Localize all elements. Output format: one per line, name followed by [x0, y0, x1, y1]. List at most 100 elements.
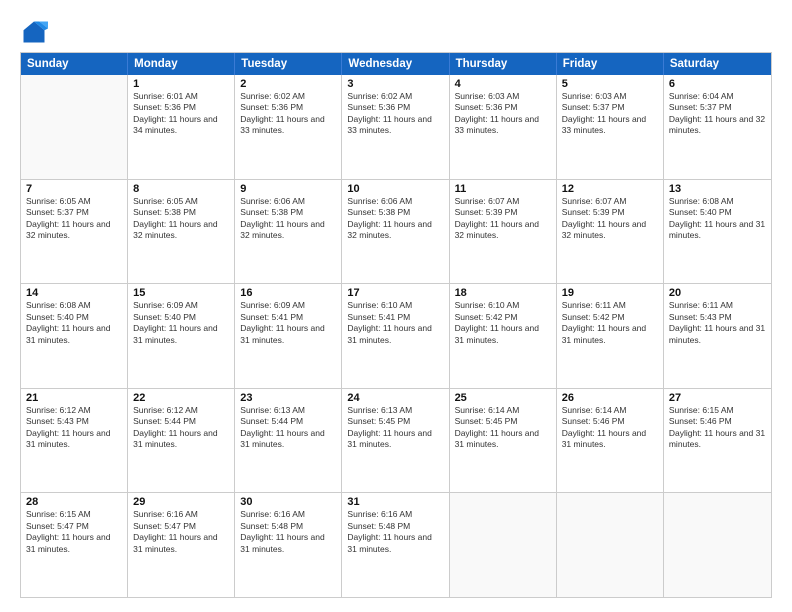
- cell-day-number: 27: [669, 392, 766, 404]
- cell-sun-info: Sunrise: 6:07 AM Sunset: 5:39 PM Dayligh…: [562, 196, 658, 242]
- calendar-header-cell: Saturday: [664, 53, 771, 75]
- cell-day-number: 2: [240, 78, 336, 90]
- cell-sun-info: Sunrise: 6:10 AM Sunset: 5:42 PM Dayligh…: [455, 300, 551, 346]
- calendar-cell: [664, 493, 771, 597]
- calendar-cell: 10Sunrise: 6:06 AM Sunset: 5:38 PM Dayli…: [342, 180, 449, 284]
- calendar-cell: 11Sunrise: 6:07 AM Sunset: 5:39 PM Dayli…: [450, 180, 557, 284]
- cell-sun-info: Sunrise: 6:11 AM Sunset: 5:43 PM Dayligh…: [669, 300, 766, 346]
- calendar-cell: 13Sunrise: 6:08 AM Sunset: 5:40 PM Dayli…: [664, 180, 771, 284]
- cell-sun-info: Sunrise: 6:16 AM Sunset: 5:47 PM Dayligh…: [133, 509, 229, 555]
- cell-day-number: 14: [26, 287, 122, 299]
- cell-sun-info: Sunrise: 6:10 AM Sunset: 5:41 PM Dayligh…: [347, 300, 443, 346]
- logo: [20, 18, 52, 46]
- calendar-cell: 2Sunrise: 6:02 AM Sunset: 5:36 PM Daylig…: [235, 75, 342, 179]
- cell-sun-info: Sunrise: 6:09 AM Sunset: 5:40 PM Dayligh…: [133, 300, 229, 346]
- cell-day-number: 12: [562, 183, 658, 195]
- calendar: SundayMondayTuesdayWednesdayThursdayFrid…: [20, 52, 772, 598]
- cell-sun-info: Sunrise: 6:05 AM Sunset: 5:38 PM Dayligh…: [133, 196, 229, 242]
- calendar-header-cell: Friday: [557, 53, 664, 75]
- calendar-cell: 20Sunrise: 6:11 AM Sunset: 5:43 PM Dayli…: [664, 284, 771, 388]
- cell-sun-info: Sunrise: 6:09 AM Sunset: 5:41 PM Dayligh…: [240, 300, 336, 346]
- cell-sun-info: Sunrise: 6:12 AM Sunset: 5:43 PM Dayligh…: [26, 405, 122, 451]
- calendar-cell: 1Sunrise: 6:01 AM Sunset: 5:36 PM Daylig…: [128, 75, 235, 179]
- calendar-cell: 21Sunrise: 6:12 AM Sunset: 5:43 PM Dayli…: [21, 389, 128, 493]
- cell-sun-info: Sunrise: 6:16 AM Sunset: 5:48 PM Dayligh…: [240, 509, 336, 555]
- calendar-cell: 18Sunrise: 6:10 AM Sunset: 5:42 PM Dayli…: [450, 284, 557, 388]
- calendar-header-cell: Wednesday: [342, 53, 449, 75]
- calendar-cell: 7Sunrise: 6:05 AM Sunset: 5:37 PM Daylig…: [21, 180, 128, 284]
- cell-sun-info: Sunrise: 6:11 AM Sunset: 5:42 PM Dayligh…: [562, 300, 658, 346]
- cell-day-number: 18: [455, 287, 551, 299]
- calendar-body: 1Sunrise: 6:01 AM Sunset: 5:36 PM Daylig…: [21, 75, 771, 597]
- cell-day-number: 6: [669, 78, 766, 90]
- cell-day-number: 30: [240, 496, 336, 508]
- cell-day-number: 5: [562, 78, 658, 90]
- cell-day-number: 31: [347, 496, 443, 508]
- cell-sun-info: Sunrise: 6:03 AM Sunset: 5:36 PM Dayligh…: [455, 91, 551, 137]
- cell-sun-info: Sunrise: 6:06 AM Sunset: 5:38 PM Dayligh…: [347, 196, 443, 242]
- cell-sun-info: Sunrise: 6:06 AM Sunset: 5:38 PM Dayligh…: [240, 196, 336, 242]
- calendar-header-cell: Tuesday: [235, 53, 342, 75]
- cell-sun-info: Sunrise: 6:04 AM Sunset: 5:37 PM Dayligh…: [669, 91, 766, 137]
- cell-sun-info: Sunrise: 6:05 AM Sunset: 5:37 PM Dayligh…: [26, 196, 122, 242]
- cell-day-number: 10: [347, 183, 443, 195]
- header: [20, 18, 772, 46]
- cell-sun-info: Sunrise: 6:12 AM Sunset: 5:44 PM Dayligh…: [133, 405, 229, 451]
- calendar-cell: 14Sunrise: 6:08 AM Sunset: 5:40 PM Dayli…: [21, 284, 128, 388]
- cell-sun-info: Sunrise: 6:13 AM Sunset: 5:44 PM Dayligh…: [240, 405, 336, 451]
- calendar-header: SundayMondayTuesdayWednesdayThursdayFrid…: [21, 53, 771, 75]
- cell-day-number: 8: [133, 183, 229, 195]
- cell-sun-info: Sunrise: 6:08 AM Sunset: 5:40 PM Dayligh…: [26, 300, 122, 346]
- cell-sun-info: Sunrise: 6:02 AM Sunset: 5:36 PM Dayligh…: [347, 91, 443, 137]
- logo-icon: [20, 18, 48, 46]
- page: SundayMondayTuesdayWednesdayThursdayFrid…: [0, 0, 792, 612]
- calendar-cell: 31Sunrise: 6:16 AM Sunset: 5:48 PM Dayli…: [342, 493, 449, 597]
- cell-sun-info: Sunrise: 6:14 AM Sunset: 5:46 PM Dayligh…: [562, 405, 658, 451]
- cell-sun-info: Sunrise: 6:08 AM Sunset: 5:40 PM Dayligh…: [669, 196, 766, 242]
- cell-day-number: 16: [240, 287, 336, 299]
- cell-day-number: 25: [455, 392, 551, 404]
- calendar-week: 1Sunrise: 6:01 AM Sunset: 5:36 PM Daylig…: [21, 75, 771, 180]
- calendar-cell: 6Sunrise: 6:04 AM Sunset: 5:37 PM Daylig…: [664, 75, 771, 179]
- cell-day-number: 20: [669, 287, 766, 299]
- calendar-cell: [557, 493, 664, 597]
- cell-day-number: 3: [347, 78, 443, 90]
- cell-day-number: 1: [133, 78, 229, 90]
- cell-sun-info: Sunrise: 6:13 AM Sunset: 5:45 PM Dayligh…: [347, 405, 443, 451]
- calendar-cell: 29Sunrise: 6:16 AM Sunset: 5:47 PM Dayli…: [128, 493, 235, 597]
- cell-day-number: 28: [26, 496, 122, 508]
- calendar-cell: 4Sunrise: 6:03 AM Sunset: 5:36 PM Daylig…: [450, 75, 557, 179]
- cell-day-number: 24: [347, 392, 443, 404]
- calendar-cell: 8Sunrise: 6:05 AM Sunset: 5:38 PM Daylig…: [128, 180, 235, 284]
- cell-sun-info: Sunrise: 6:14 AM Sunset: 5:45 PM Dayligh…: [455, 405, 551, 451]
- cell-sun-info: Sunrise: 6:02 AM Sunset: 5:36 PM Dayligh…: [240, 91, 336, 137]
- cell-day-number: 11: [455, 183, 551, 195]
- cell-sun-info: Sunrise: 6:15 AM Sunset: 5:46 PM Dayligh…: [669, 405, 766, 451]
- cell-day-number: 9: [240, 183, 336, 195]
- calendar-cell: 12Sunrise: 6:07 AM Sunset: 5:39 PM Dayli…: [557, 180, 664, 284]
- calendar-cell: [450, 493, 557, 597]
- calendar-cell: 15Sunrise: 6:09 AM Sunset: 5:40 PM Dayli…: [128, 284, 235, 388]
- calendar-cell: 5Sunrise: 6:03 AM Sunset: 5:37 PM Daylig…: [557, 75, 664, 179]
- cell-sun-info: Sunrise: 6:03 AM Sunset: 5:37 PM Dayligh…: [562, 91, 658, 137]
- calendar-cell: 23Sunrise: 6:13 AM Sunset: 5:44 PM Dayli…: [235, 389, 342, 493]
- calendar-cell: 3Sunrise: 6:02 AM Sunset: 5:36 PM Daylig…: [342, 75, 449, 179]
- calendar-cell: 24Sunrise: 6:13 AM Sunset: 5:45 PM Dayli…: [342, 389, 449, 493]
- cell-day-number: 15: [133, 287, 229, 299]
- calendar-cell: 27Sunrise: 6:15 AM Sunset: 5:46 PM Dayli…: [664, 389, 771, 493]
- calendar-cell: 17Sunrise: 6:10 AM Sunset: 5:41 PM Dayli…: [342, 284, 449, 388]
- calendar-cell: 16Sunrise: 6:09 AM Sunset: 5:41 PM Dayli…: [235, 284, 342, 388]
- cell-sun-info: Sunrise: 6:15 AM Sunset: 5:47 PM Dayligh…: [26, 509, 122, 555]
- calendar-header-cell: Thursday: [450, 53, 557, 75]
- cell-sun-info: Sunrise: 6:01 AM Sunset: 5:36 PM Dayligh…: [133, 91, 229, 137]
- calendar-cell: 22Sunrise: 6:12 AM Sunset: 5:44 PM Dayli…: [128, 389, 235, 493]
- calendar-cell: 25Sunrise: 6:14 AM Sunset: 5:45 PM Dayli…: [450, 389, 557, 493]
- calendar-cell: 30Sunrise: 6:16 AM Sunset: 5:48 PM Dayli…: [235, 493, 342, 597]
- cell-day-number: 21: [26, 392, 122, 404]
- cell-sun-info: Sunrise: 6:07 AM Sunset: 5:39 PM Dayligh…: [455, 196, 551, 242]
- calendar-week: 28Sunrise: 6:15 AM Sunset: 5:47 PM Dayli…: [21, 493, 771, 597]
- cell-day-number: 26: [562, 392, 658, 404]
- calendar-cell: 9Sunrise: 6:06 AM Sunset: 5:38 PM Daylig…: [235, 180, 342, 284]
- cell-day-number: 19: [562, 287, 658, 299]
- cell-day-number: 23: [240, 392, 336, 404]
